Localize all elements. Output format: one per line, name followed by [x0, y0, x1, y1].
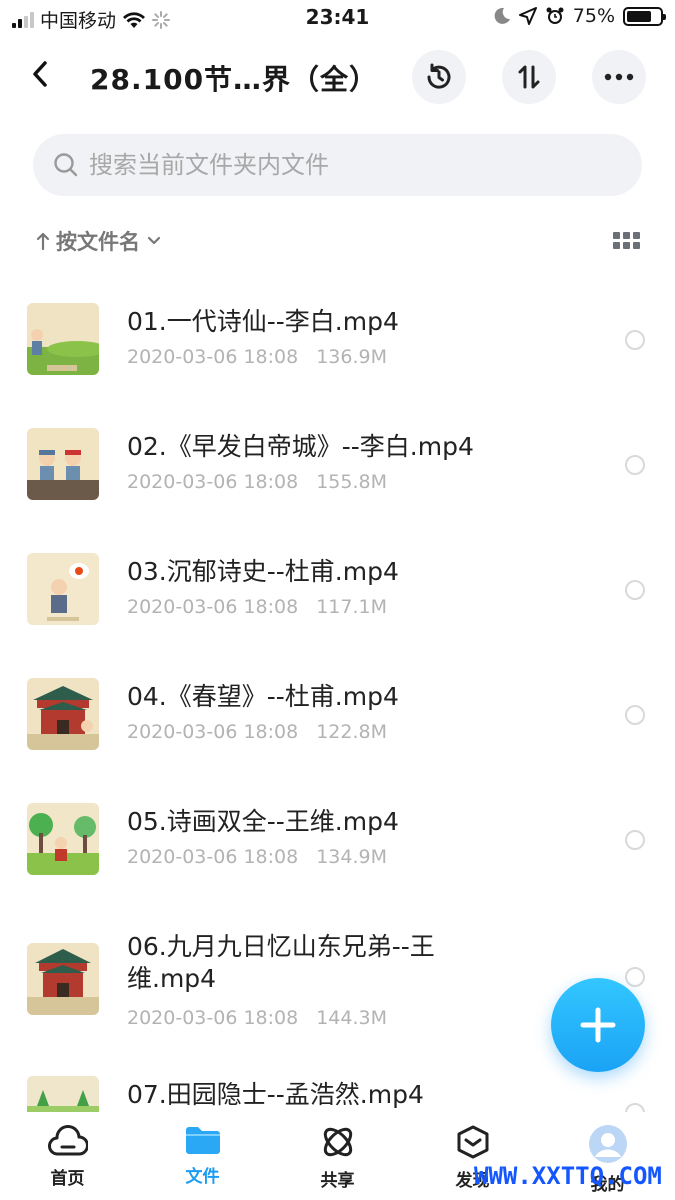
file-meta: 2020-03-06 18:08 144.3M: [127, 1007, 387, 1029]
transfer-button[interactable]: [502, 50, 556, 104]
search-icon: [54, 153, 78, 177]
video-thumbnail: [27, 428, 99, 500]
avatar-icon: [588, 1125, 627, 1163]
back-button[interactable]: [22, 56, 58, 92]
file-size: 155.8M: [316, 471, 388, 493]
arrow-up-icon: [36, 232, 50, 251]
location-icon: [518, 7, 537, 25]
file-meta: 2020-03-06 18:08 134.9M: [127, 846, 387, 868]
file-name: 05.诗画双全--王维.mp4: [127, 807, 399, 836]
chevron-left-icon: [33, 61, 47, 87]
select-radio[interactable]: [625, 830, 645, 850]
file-date: 2020-03-06 18:08: [127, 596, 299, 618]
list-item[interactable]: 01.一代诗仙--李白.mp4 2020-03-06 18:08 136.9M: [0, 276, 675, 401]
search-input[interactable]: [89, 151, 589, 179]
file-meta: 2020-03-06 18:08 136.9M: [127, 346, 387, 368]
select-radio[interactable]: [625, 580, 645, 600]
chevron-down-icon: [147, 236, 161, 245]
select-radio[interactable]: [625, 455, 645, 475]
header: 28.100节…界（全）: [0, 44, 675, 106]
list-item[interactable]: 02.《早发白帝城》--李白.mp4 2020-03-06 18:08 155.8…: [0, 401, 675, 526]
file-size: 117.1M: [316, 596, 388, 618]
history-icon: [427, 63, 451, 89]
video-thumbnail: [27, 1076, 99, 1112]
select-radio[interactable]: [625, 705, 645, 725]
video-thumbnail: [27, 943, 99, 1015]
sort-label: 按文件名: [56, 230, 140, 254]
file-date: 2020-03-06 18:08: [127, 346, 299, 368]
select-radio[interactable]: [625, 1103, 645, 1112]
file-meta: 2020-03-06 18:08 117.1M: [127, 596, 387, 618]
tab-files[interactable]: 文件: [135, 1112, 270, 1200]
file-date: 2020-03-06 18:08: [127, 471, 299, 493]
file-size: 122.8M: [316, 721, 388, 743]
status-bar: 中国移动 23:41 75%: [0, 0, 675, 36]
video-thumbnail: [27, 303, 99, 375]
tab-share[interactable]: 共享: [270, 1112, 405, 1200]
file-size: 134.9M: [316, 846, 388, 868]
cloud-icon: [47, 1125, 88, 1156]
transfer-icon: [518, 65, 540, 89]
file-size: 136.9M: [316, 346, 388, 368]
file-name: 03.沉郁诗史--杜甫.mp4: [127, 557, 399, 586]
battery-percent: 75%: [572, 5, 615, 27]
list-item[interactable]: 05.诗画双全--王维.mp4 2020-03-06 18:08 134.9M: [0, 776, 675, 901]
video-thumbnail: [27, 803, 99, 875]
tab-home[interactable]: 首页: [0, 1112, 135, 1200]
status-right: 75%: [493, 5, 666, 27]
file-name: 04.《春望》--杜甫.mp4: [127, 682, 399, 711]
tab-label: 文件: [185, 1167, 220, 1187]
file-size: 144.3M: [316, 1007, 388, 1029]
list-item[interactable]: 03.沉郁诗史--杜甫.mp4 2020-03-06 18:08 117.1M: [0, 526, 675, 651]
plus-icon: [580, 1007, 616, 1043]
file-meta: 2020-03-06 18:08 155.8M: [127, 471, 387, 493]
file-name: 02.《早发白帝城》--李白.mp4: [127, 432, 474, 461]
file-date: 2020-03-06 18:08: [127, 846, 299, 868]
watermark: WWW.XXTTQ.COM: [474, 1162, 662, 1190]
alarm-icon: [546, 7, 564, 24]
file-date: 2020-03-06 18:08: [127, 721, 299, 743]
sort-button[interactable]: 按文件名: [36, 226, 640, 256]
video-thumbnail: [27, 678, 99, 750]
file-date: 2020-03-06 18:08: [127, 1007, 299, 1029]
share-icon: [323, 1127, 352, 1157]
folder-icon: [185, 1127, 220, 1154]
tab-label: 共享: [320, 1171, 355, 1191]
grid-view-icon[interactable]: [613, 232, 640, 249]
file-name: 06.九月九日忆山东兄弟--王维.mp4: [127, 932, 435, 993]
select-radio[interactable]: [625, 330, 645, 350]
file-name: 01.一代诗仙--李白.mp4: [127, 307, 399, 336]
add-button[interactable]: [551, 978, 645, 1072]
file-name: 07.田园隐士--孟浩然.mp4: [127, 1080, 424, 1109]
battery-icon: [623, 6, 666, 26]
more-icon: [604, 73, 634, 81]
history-button[interactable]: [412, 50, 466, 104]
search-bar[interactable]: [33, 134, 642, 196]
file-meta: 2020-03-06 18:08 122.8M: [127, 721, 387, 743]
tab-label: 首页: [50, 1169, 85, 1189]
discover-icon: [457, 1125, 488, 1159]
list-item[interactable]: 04.《春望》--杜甫.mp4 2020-03-06 18:08 122.8M: [0, 651, 675, 776]
moon-icon: [494, 7, 510, 24]
page-title: 28.100节…界（全）: [90, 63, 379, 96]
select-radio[interactable]: [625, 967, 645, 987]
video-thumbnail: [27, 553, 99, 625]
more-button[interactable]: [592, 50, 646, 104]
sort-row: 按文件名: [36, 226, 640, 260]
